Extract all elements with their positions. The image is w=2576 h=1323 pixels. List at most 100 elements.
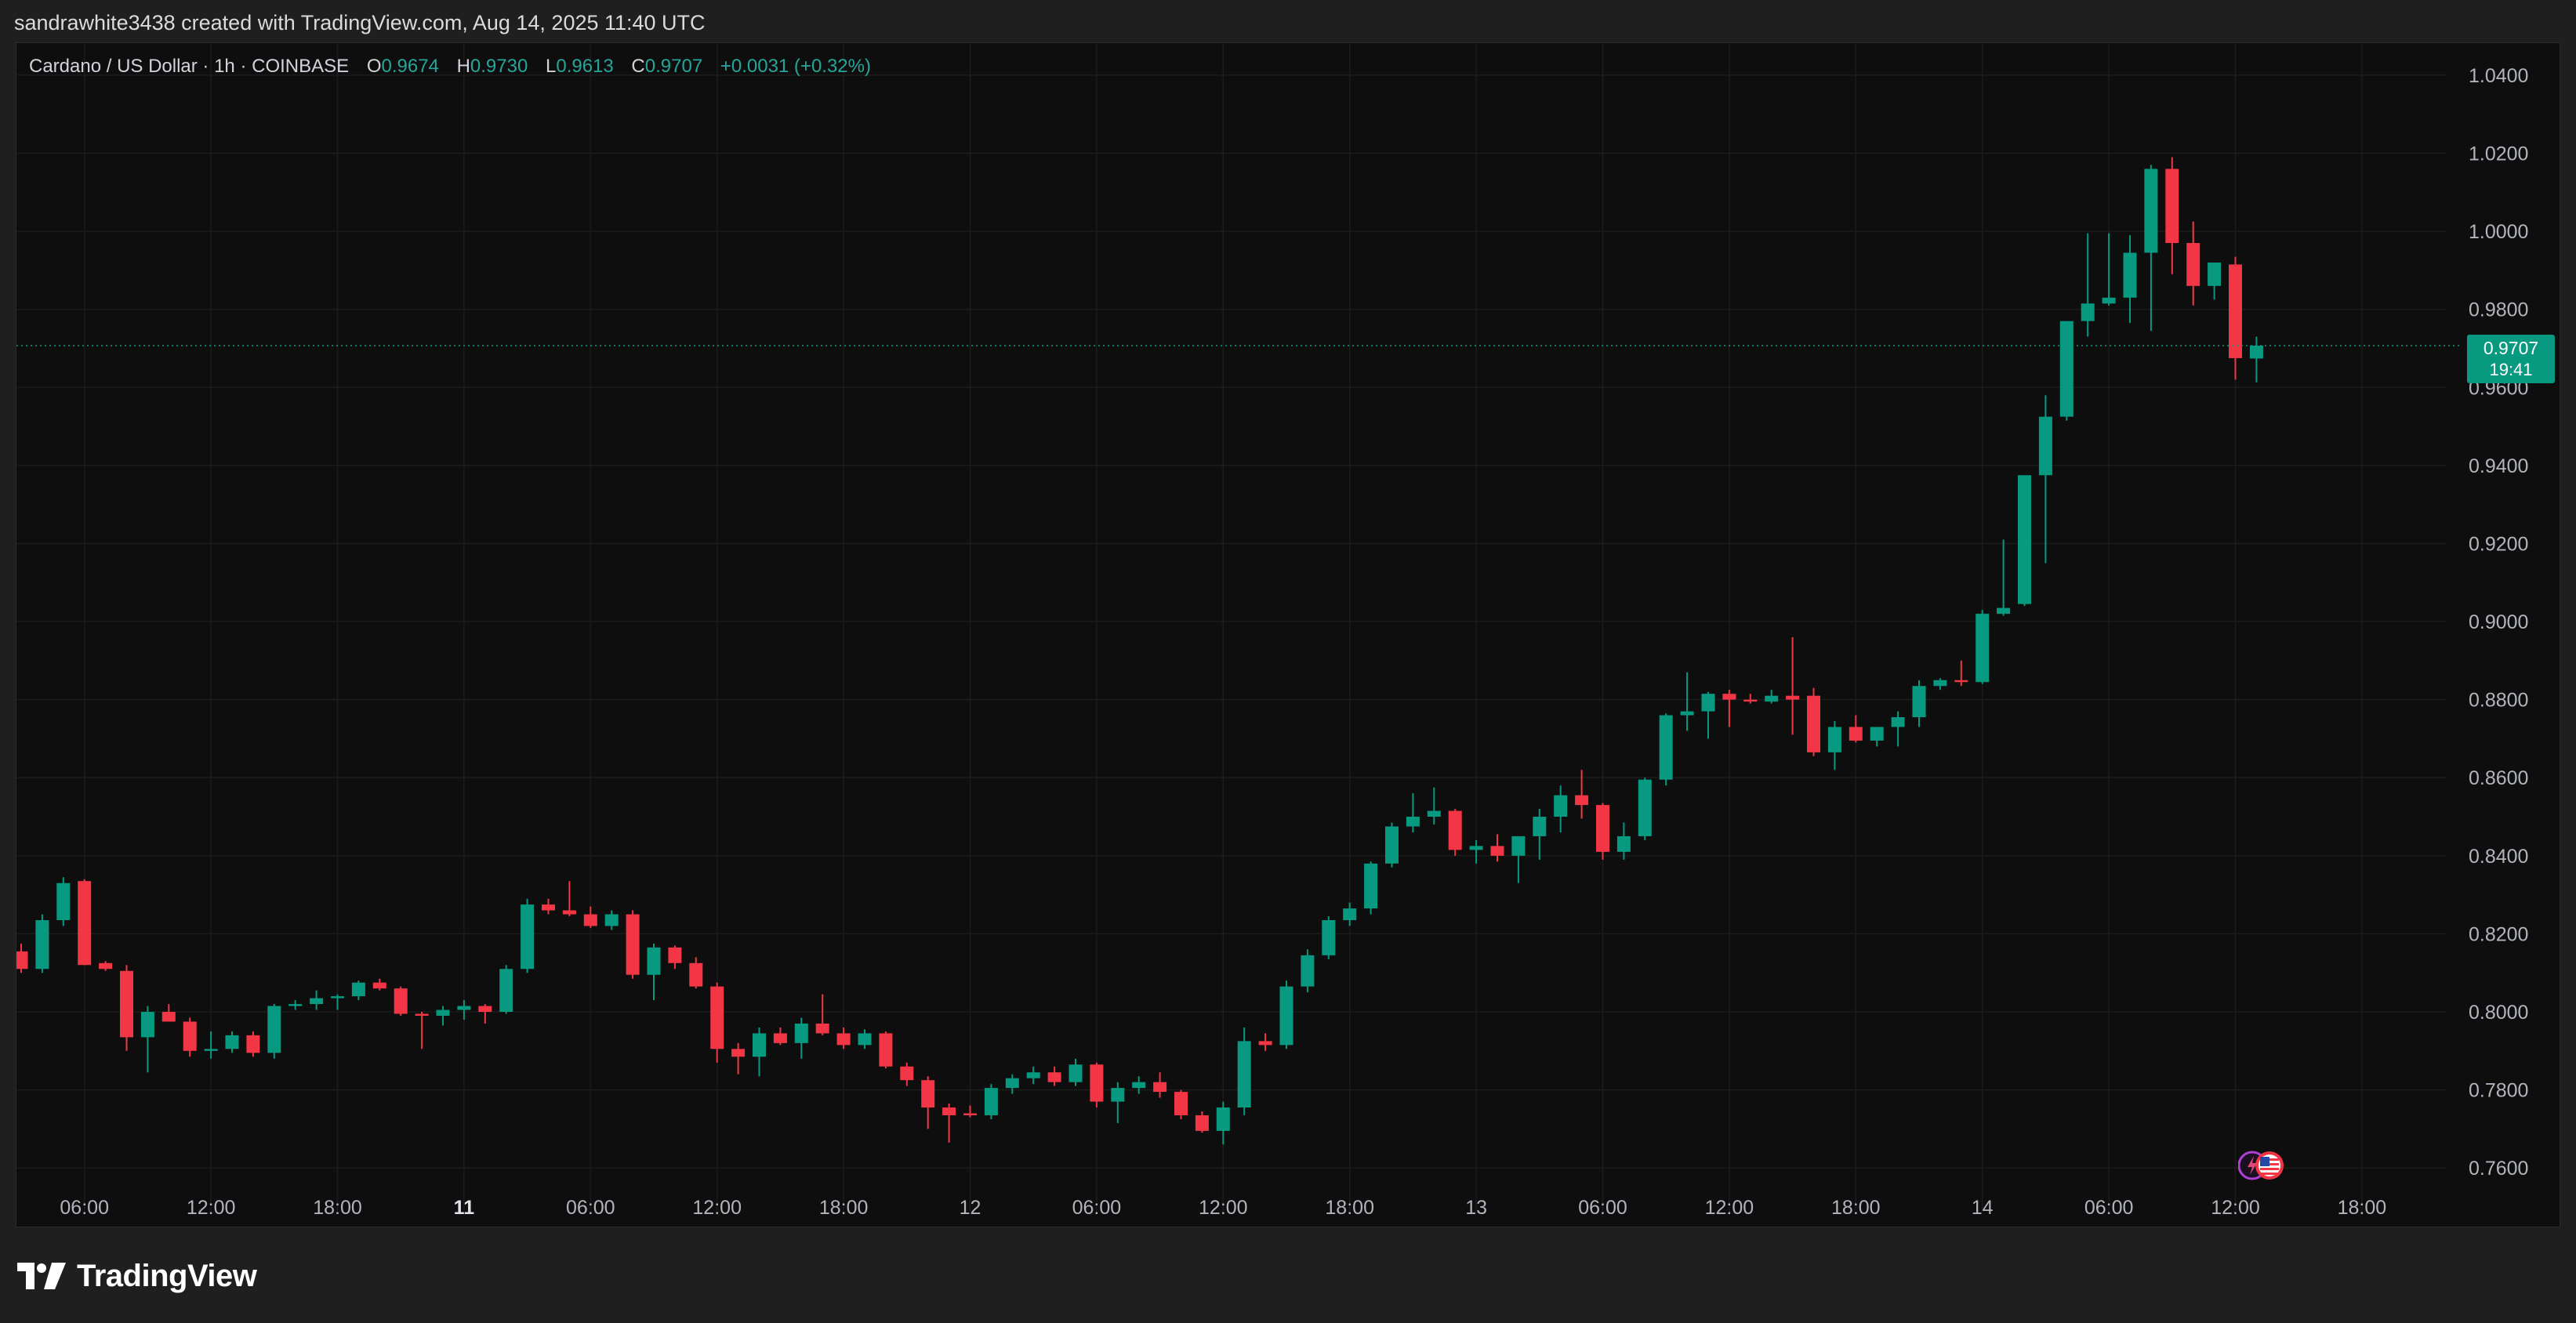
candle-body <box>1554 795 1568 817</box>
candle <box>351 980 365 1001</box>
candle <box>815 994 829 1035</box>
candle-body <box>204 1049 218 1051</box>
candle <box>1743 694 1758 704</box>
time-tick-label: 12:00 <box>2211 1197 2260 1219</box>
candle <box>1891 711 1905 747</box>
candle-body <box>1258 1041 1272 1046</box>
us-flag-event-icon[interactable] <box>2255 1151 2284 1180</box>
candle <box>1216 1101 1230 1145</box>
candle <box>1301 949 1315 993</box>
candle <box>1786 636 1800 735</box>
candle-body <box>858 1033 872 1046</box>
candle <box>1997 539 2011 616</box>
candle <box>1596 803 1609 860</box>
price-tick-label: 0.8000 <box>2469 1002 2528 1024</box>
time-tick-label: 12:00 <box>692 1197 742 1219</box>
candle <box>583 906 597 928</box>
candle <box>1701 691 1715 739</box>
candle <box>99 961 113 971</box>
candle-body <box>457 1006 471 1010</box>
candle <box>478 1004 492 1024</box>
time-axis[interactable]: 06:00 12:00 18:00 11 06:00 12:00 18:00 12 06:00 1… <box>60 1197 2386 1219</box>
candle-body <box>542 904 555 911</box>
candle-body <box>2165 169 2179 244</box>
candle <box>1364 861 1378 915</box>
candle <box>267 1004 281 1059</box>
price-tick-label: 1.0000 <box>2469 221 2528 243</box>
chart-events[interactable] <box>2238 1148 2285 1183</box>
candle <box>710 982 724 1063</box>
candle <box>1870 727 1884 747</box>
candle-body <box>1406 817 1420 827</box>
price-tick-label: 0.9200 <box>2469 533 2528 555</box>
candle <box>1322 916 1336 959</box>
candle-body <box>942 1107 956 1115</box>
candle <box>288 1000 303 1010</box>
candle <box>689 957 703 989</box>
candle <box>2208 262 2222 300</box>
chart-pane[interactable]: 1.0400 1.0200 1.0000 0.9800 0.9600 0.9400 0.92… <box>16 42 2560 1227</box>
price-tick-label: 1.0200 <box>2469 143 2528 165</box>
candlestick-chart[interactable]: 1.04001.02001.00000.98000.96000.94000.92… <box>16 43 2560 1227</box>
last-price-value: 0.9707 <box>2483 338 2539 358</box>
candle-body <box>1195 1115 1209 1131</box>
candle <box>1448 809 1462 856</box>
candle <box>647 943 661 1001</box>
candle-body <box>1849 727 1863 741</box>
candle-body <box>120 970 133 1038</box>
candle-body <box>225 1035 239 1049</box>
candle <box>415 1012 429 1049</box>
last-price-badge: 0.9707 19:41 <box>2467 335 2555 383</box>
candle-body <box>2081 303 2095 321</box>
candle-body <box>288 1004 303 1006</box>
candle-body <box>1427 810 1441 817</box>
candle-body <box>2102 297 2116 304</box>
candle-body <box>436 1009 450 1016</box>
time-tick-label: 06:00 <box>1578 1197 1627 1219</box>
candle-body <box>626 914 640 975</box>
time-tick-label: 12:00 <box>1705 1197 1754 1219</box>
candle-body <box>1490 846 1504 856</box>
candle-body <box>1026 1072 1040 1078</box>
candle-body <box>2229 264 2242 358</box>
candle-body <box>331 996 344 999</box>
candle-body <box>1237 1041 1251 1108</box>
candle <box>1616 822 1631 860</box>
candle-body <box>2123 252 2137 298</box>
candle <box>1406 793 1420 832</box>
candle <box>858 1029 872 1049</box>
candle-body <box>1511 835 1526 856</box>
candle-body <box>1047 1072 1061 1082</box>
candle-body <box>1132 1082 1146 1089</box>
symbol-name[interactable]: Cardano / US Dollar · 1h · COINBASE <box>29 56 349 77</box>
candle <box>1954 660 1968 687</box>
candle <box>1174 1089 1188 1119</box>
candle-body <box>415 1013 429 1016</box>
time-tick-label: 14 <box>1972 1197 1994 1219</box>
candle <box>521 898 535 973</box>
candle <box>2038 395 2052 564</box>
candle-body <box>794 1023 808 1043</box>
candle-body <box>1005 1078 1019 1089</box>
candle <box>984 1084 998 1119</box>
brand[interactable]: TradingView <box>17 1259 257 1293</box>
candle <box>1153 1072 1167 1098</box>
candle <box>120 965 133 1051</box>
candle-body <box>2038 416 2052 476</box>
candle <box>183 1017 197 1057</box>
candle-body <box>773 1033 787 1043</box>
close-value: 0.9707 <box>644 56 703 77</box>
candle <box>35 914 49 973</box>
candle-body <box>2186 243 2200 286</box>
candle-body <box>2208 262 2222 286</box>
candle-body <box>1701 694 1715 712</box>
candle <box>2059 321 2073 421</box>
price-tick-label: 0.8200 <box>2469 923 2528 945</box>
candle <box>773 1027 787 1046</box>
price-axis[interactable]: 1.04001.02001.00000.98000.96000.94000.92… <box>2469 65 2528 1180</box>
candle <box>1237 1027 1251 1115</box>
candle-body <box>2059 321 2073 417</box>
candle-body <box>836 1033 851 1046</box>
candle <box>1912 680 1926 727</box>
candle-body <box>16 951 28 970</box>
